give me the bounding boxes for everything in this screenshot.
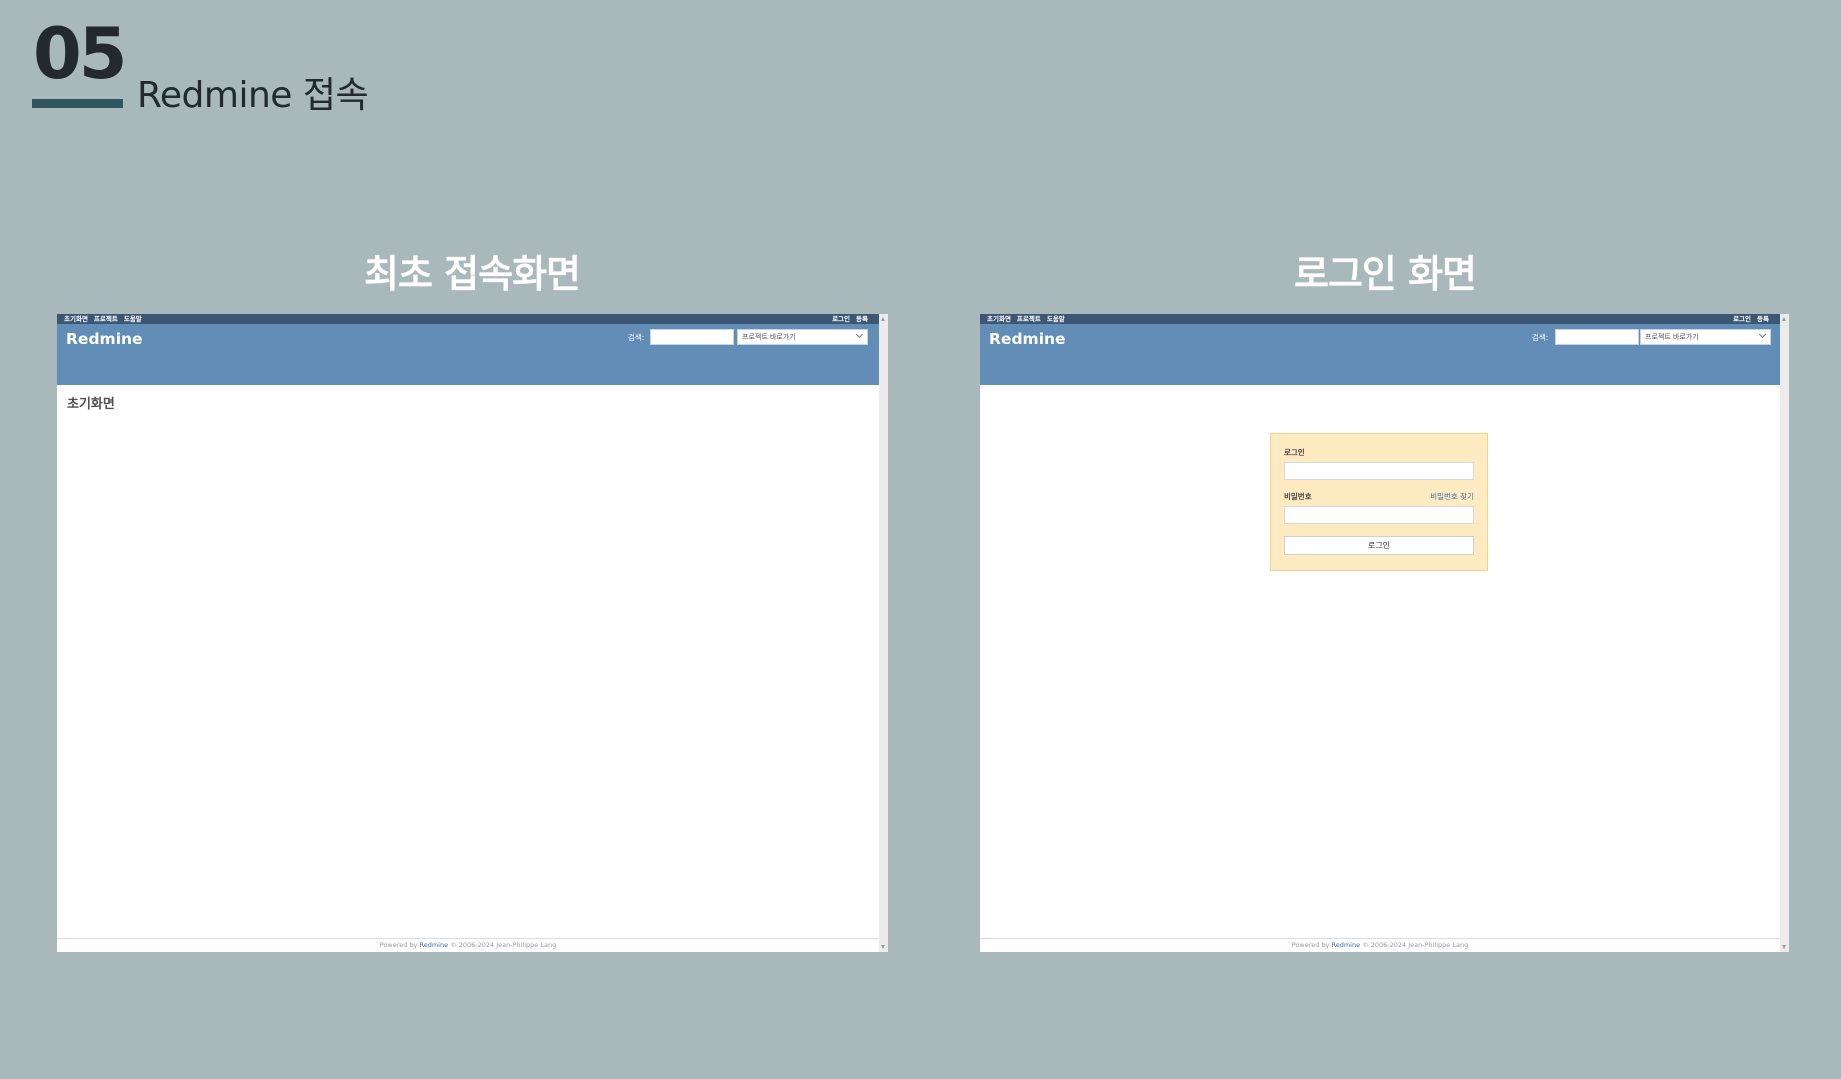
top-menu-login-link[interactable]: 로그인 (1733, 315, 1751, 323)
top-menu-login-link[interactable]: 로그인 (832, 315, 850, 323)
scroll-up-icon[interactable] (881, 317, 885, 321)
search-label: 검색: (628, 333, 645, 342)
scroll-up-icon[interactable] (1782, 317, 1786, 321)
slide-number-underline (32, 99, 123, 108)
top-menu-home-link[interactable]: 초기화면 (987, 315, 1011, 323)
top-menu-register-link[interactable]: 등록 (1757, 315, 1769, 323)
page-title: 초기화면 (67, 397, 115, 412)
login-form: 로그인 비밀번호 비밀번호 찾기 로그인 (1270, 433, 1488, 571)
footer-copyright: © 2006-2024 Jean-Philippe Lang (448, 941, 557, 949)
footer: Powered by Redmine © 2006-2024 Jean-Phil… (980, 938, 1780, 952)
vertical-scrollbar[interactable] (879, 314, 888, 952)
project-jump-placeholder: 프로젝트 바로가기 (742, 333, 796, 341)
slide-title: Redmine 접속 (137, 75, 369, 116)
top-menu-register-link[interactable]: 등록 (856, 315, 868, 323)
login-submit-button[interactable]: 로그인 (1284, 536, 1474, 555)
home-screenshot: 초기화면 프로젝트 도움말 로그인 등록 Redmine 검색: 프로젝트 바로가기 … (57, 314, 888, 952)
search-input[interactable] (1555, 329, 1639, 345)
footer-prefix: Powered by (379, 941, 420, 949)
right-panel-caption: 로그인 화면 (1293, 252, 1477, 296)
search-input[interactable] (650, 329, 734, 345)
password-field[interactable] (1284, 506, 1474, 524)
top-menu-home-link[interactable]: 초기화면 (64, 315, 88, 323)
chevron-down-icon (1758, 330, 1767, 339)
main-content: 초기화면 (57, 385, 879, 937)
project-jump-placeholder: 프로젝트 바로가기 (1645, 333, 1699, 341)
login-label: 로그인 (1284, 448, 1305, 457)
footer-prefix: Powered by (1291, 941, 1332, 949)
top-menu: 초기화면 프로젝트 도움말 로그인 등록 (980, 314, 1780, 324)
login-screenshot: 초기화면 프로젝트 도움말 로그인 등록 Redmine 검색: 프로젝트 바로가기 … (980, 314, 1789, 952)
scroll-down-icon[interactable] (881, 945, 885, 949)
password-label: 비밀번호 (1284, 492, 1312, 501)
left-panel-caption: 최초 접속화면 (364, 252, 581, 296)
project-jump-select[interactable]: 프로젝트 바로가기 (737, 329, 868, 345)
slide-number: 05 (33, 13, 127, 95)
top-menu-projects-link[interactable]: 프로젝트 (94, 315, 118, 323)
footer-copyright: © 2006-2024 Jean-Philippe Lang (1360, 941, 1469, 949)
top-menu-projects-link[interactable]: 프로젝트 (1017, 315, 1041, 323)
main-content: 로그인 비밀번호 비밀번호 찾기 로그인 (980, 385, 1780, 937)
project-jump-select[interactable]: 프로젝트 바로가기 (1640, 329, 1771, 345)
search-label: 검색: (1532, 333, 1549, 342)
top-menu-help-link[interactable]: 도움말 (1047, 315, 1065, 323)
footer: Powered by Redmine © 2006-2024 Jean-Phil… (57, 938, 879, 952)
redmine-header: Redmine 검색: 프로젝트 바로가기 (980, 324, 1780, 385)
chevron-down-icon (855, 330, 864, 339)
redmine-header: Redmine 검색: 프로젝트 바로가기 (57, 324, 879, 385)
lost-password-link[interactable]: 비밀번호 찾기 (1430, 491, 1474, 502)
redmine-logo[interactable]: Redmine (989, 330, 1066, 348)
footer-redmine-link[interactable]: Redmine (1332, 941, 1361, 949)
top-menu-help-link[interactable]: 도움말 (124, 315, 142, 323)
footer-redmine-link[interactable]: Redmine (420, 941, 449, 949)
top-menu: 초기화면 프로젝트 도움말 로그인 등록 (57, 314, 879, 324)
scroll-down-icon[interactable] (1782, 945, 1786, 949)
redmine-logo[interactable]: Redmine (66, 330, 143, 348)
vertical-scrollbar[interactable] (1780, 314, 1789, 952)
login-field[interactable] (1284, 462, 1474, 480)
